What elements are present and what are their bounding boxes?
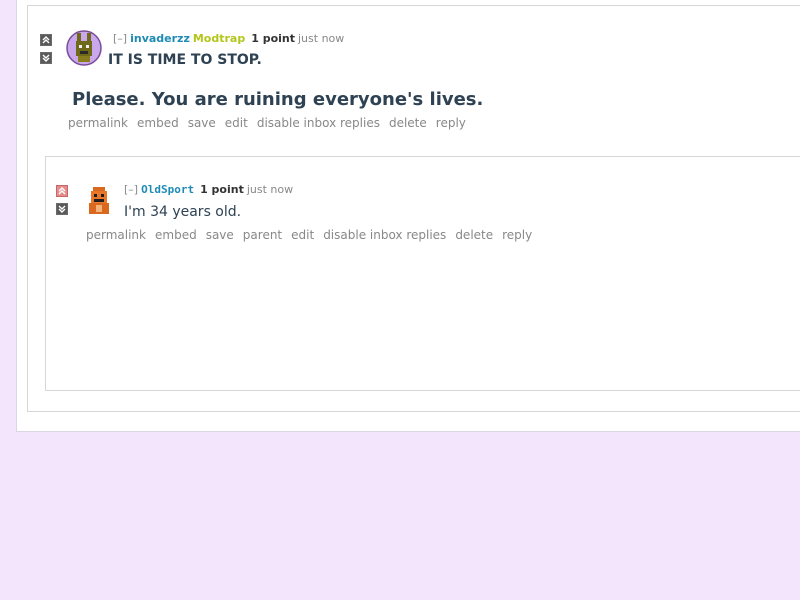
comment-text-line-2: Please. You are ruining everyone's lives… [72, 89, 484, 110]
delete-link[interactable]: delete [389, 116, 427, 130]
springtrap-avatar-icon [66, 30, 102, 66]
downvote-button[interactable] [56, 203, 68, 215]
save-link[interactable]: save [188, 116, 216, 130]
edit-link[interactable]: edit [225, 116, 248, 130]
comment-score: 1 point [200, 183, 244, 196]
comment-tagline: [–] invaderzz Modtrap 1 point just now [113, 32, 344, 45]
avatar[interactable] [86, 186, 112, 220]
downvote-button[interactable] [40, 52, 52, 64]
user-flair: Modtrap [192, 32, 246, 45]
permalink-link[interactable]: permalink [86, 228, 146, 242]
upvote-button[interactable] [56, 185, 68, 197]
save-link[interactable]: save [206, 228, 234, 242]
comment-score: 1 point [251, 32, 295, 45]
permalink-link[interactable]: permalink [68, 116, 128, 130]
comment-time: just now [246, 183, 294, 196]
comment-text-line-1: IT IS TIME TO STOP. [108, 52, 262, 68]
reply-link[interactable]: reply [436, 116, 466, 130]
upvote-arrow-icon [58, 187, 66, 195]
downvote-arrow-icon [58, 205, 66, 213]
collapse-toggle[interactable]: [–] [113, 32, 127, 45]
embed-link[interactable]: embed [155, 228, 197, 242]
comment-text: I'm 34 years old. [124, 204, 242, 220]
comment-time: just now [298, 32, 345, 45]
edit-link[interactable]: edit [291, 228, 314, 242]
reply-link[interactable]: reply [502, 228, 532, 242]
upvote-button[interactable] [40, 34, 52, 46]
parent-link[interactable]: parent [243, 228, 282, 242]
embed-link[interactable]: embed [137, 116, 179, 130]
disable-inbox-replies-link[interactable]: disable inbox replies [257, 116, 380, 130]
comment-actions: permalink embed save edit disable inbox repl… [68, 116, 475, 130]
delete-link[interactable]: delete [455, 228, 493, 242]
pixel-character-avatar-icon [89, 187, 109, 214]
avatar[interactable] [66, 30, 102, 70]
collapse-toggle[interactable]: [–] [124, 183, 138, 196]
author-link[interactable]: invaderzz [130, 32, 190, 45]
upvote-arrow-icon [42, 36, 50, 44]
disable-inbox-replies-link[interactable]: disable inbox replies [323, 228, 446, 242]
downvote-arrow-icon [42, 54, 50, 62]
comment-actions: permalink embed save parent edit disable inbo… [86, 228, 541, 242]
comment-tagline: [–] OldSport 1 point just now [124, 183, 293, 196]
author-link[interactable]: OldSport [141, 183, 194, 196]
